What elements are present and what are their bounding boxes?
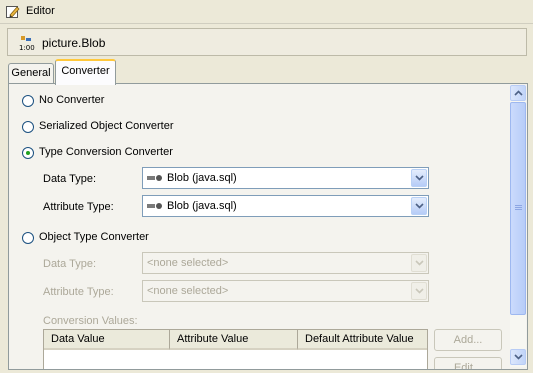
serialized-converter-label: Serialized Object Converter <box>39 120 174 132</box>
tab-converter-label: Converter <box>61 65 110 77</box>
object-attribute-type-combo[interactable]: <none selected> <box>142 280 429 302</box>
column-header-default-attribute-value[interactable]: Default Attribute Value <box>298 330 427 350</box>
java-class-icon <box>147 175 162 182</box>
mapping-header: 1:00 picture.Blob <box>7 28 527 56</box>
editor-pencil-icon <box>6 6 20 18</box>
object-data-type-value: <none selected> <box>147 257 229 269</box>
data-type-label: Data Type: <box>43 173 96 185</box>
object-attribute-type-value: <none selected> <box>147 285 229 297</box>
data-type-value: Blob (java.sql) <box>167 172 237 184</box>
data-type-dropdown-button[interactable] <box>411 169 427 187</box>
tab-general[interactable]: General <box>8 63 54 83</box>
attribute-type-dropdown-button[interactable] <box>411 197 427 215</box>
editor-titlebar: Editor <box>0 0 533 24</box>
type-conversion-radio[interactable] <box>22 147 34 159</box>
tab-converter[interactable]: Converter <box>55 59 116 85</box>
data-type-combo[interactable]: Blob (java.sql) <box>142 167 429 189</box>
thumb-grip <box>515 207 522 208</box>
type-conversion-label: Type Conversion Converter <box>39 146 173 158</box>
chevron-down-icon <box>415 288 424 294</box>
add-button[interactable]: Add... <box>434 329 502 351</box>
vertical-scrollbar[interactable] <box>510 85 526 367</box>
chevron-up-icon <box>514 90 523 96</box>
scroll-down-button[interactable] <box>510 349 526 365</box>
attribute-type-label: Attribute Type: <box>43 201 114 213</box>
serialized-converter-radio[interactable] <box>22 121 34 133</box>
column-header-label: Attribute Value <box>177 333 249 345</box>
object-attribute-type-dropdown-button[interactable] <box>411 282 427 300</box>
chevron-down-icon <box>415 175 424 181</box>
window-title: Editor <box>26 5 55 17</box>
edit-button-label: Edit... <box>453 362 483 370</box>
thumb-grip <box>515 205 522 206</box>
thumb-grip <box>515 209 522 210</box>
column-header-label: Data Value <box>51 333 105 345</box>
attribute-type-value: Blob (java.sql) <box>167 200 237 212</box>
chevron-down-icon <box>415 203 424 209</box>
edit-button[interactable]: Edit... <box>434 357 502 370</box>
no-converter-label: No Converter <box>39 94 105 106</box>
attribute-type-combo[interactable]: Blob (java.sql) <box>142 195 429 217</box>
object-data-type-combo[interactable]: <none selected> <box>142 252 429 274</box>
object-attribute-type-label: Attribute Type: <box>43 286 114 298</box>
column-header-label: Default Attribute Value <box>305 333 414 345</box>
tab-general-label: General <box>11 67 51 79</box>
chevron-down-icon <box>514 354 523 360</box>
add-button-label: Add... <box>453 334 483 346</box>
column-header-data-value[interactable]: Data Value <box>44 330 170 350</box>
attribute-type-value-wrap: Blob (java.sql) <box>147 200 237 212</box>
object-data-type-label: Data Type: <box>43 258 96 270</box>
java-class-icon <box>147 203 162 210</box>
blob-mapping-icon: 1:00 <box>19 36 35 51</box>
conversion-values-table[interactable]: Data Value Attribute Value Default Attri… <box>43 329 428 369</box>
conversion-values-label: Conversion Values: <box>43 315 138 327</box>
converter-panel: No Converter Serialized Object Converter… <box>8 83 528 370</box>
object-type-label: Object Type Converter <box>39 231 149 243</box>
scroll-up-button[interactable] <box>510 85 526 101</box>
object-type-radio[interactable] <box>22 232 34 244</box>
scroll-thumb[interactable] <box>510 102 526 315</box>
no-converter-radio[interactable] <box>22 95 34 107</box>
data-type-value-wrap: Blob (java.sql) <box>147 172 237 184</box>
chevron-down-icon <box>415 260 424 266</box>
object-data-type-dropdown-button[interactable] <box>411 254 427 272</box>
svg-text:1:00: 1:00 <box>19 44 35 51</box>
column-header-attribute-value[interactable]: Attribute Value <box>170 330 298 350</box>
mapping-title: picture.Blob <box>42 36 106 50</box>
